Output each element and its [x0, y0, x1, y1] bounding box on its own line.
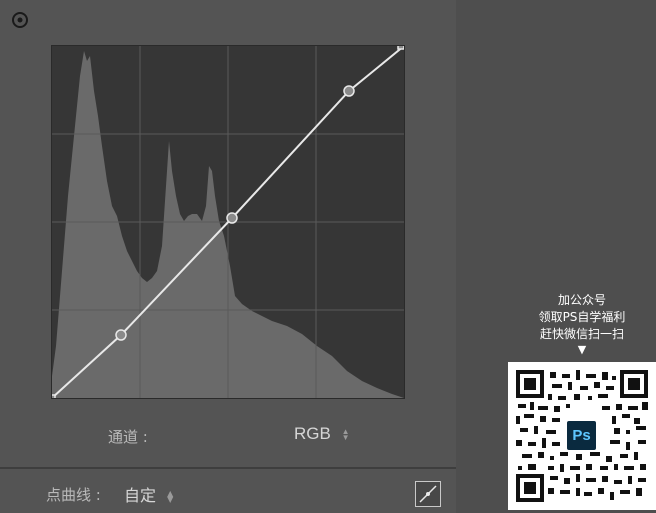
edit-point-curve-icon: [419, 485, 437, 503]
curve-graph[interactable]: [51, 45, 405, 399]
photoshop-logo-icon: Ps: [565, 419, 598, 452]
promo-line: 加公众号: [557, 293, 606, 307]
control-point: [343, 85, 355, 97]
control-point-endpoint: [52, 394, 56, 398]
divider: [0, 467, 456, 469]
channel-label: 通道 :: [108, 428, 148, 446]
down-arrow-icon: ▼: [577, 343, 587, 356]
channel-value: RGB: [294, 424, 331, 443]
target-adjust-icon[interactable]: [12, 12, 28, 28]
promo-line: 赶快微信扫一扫: [539, 327, 624, 341]
promo-line: 领取PS自学福利: [538, 310, 626, 324]
control-point-endpoint: [397, 46, 404, 50]
qr-code[interactable]: Ps: [508, 362, 656, 510]
control-point: [226, 212, 238, 224]
up-down-stepper-icon: ▲ ▼: [341, 426, 350, 442]
control-point: [115, 329, 127, 341]
edit-point-curve-button[interactable]: [415, 481, 441, 507]
channel-select[interactable]: RGB ▲ ▼: [294, 424, 350, 444]
point-curve-value: 自定: [124, 486, 157, 505]
point-curve-select[interactable]: 自定 ▲ ▼: [124, 482, 173, 506]
promo-text: 加公众号 领取PS自学福利 赶快微信扫一扫 ▼: [508, 292, 656, 357]
tone-curve-panel: 通道 : RGB ▲ ▼ 点曲线 : 自定 ▲ ▼: [0, 0, 456, 513]
point-curve-label: 点曲线 :: [46, 486, 101, 504]
up-down-stepper-icon: ▲ ▼: [167, 488, 174, 504]
